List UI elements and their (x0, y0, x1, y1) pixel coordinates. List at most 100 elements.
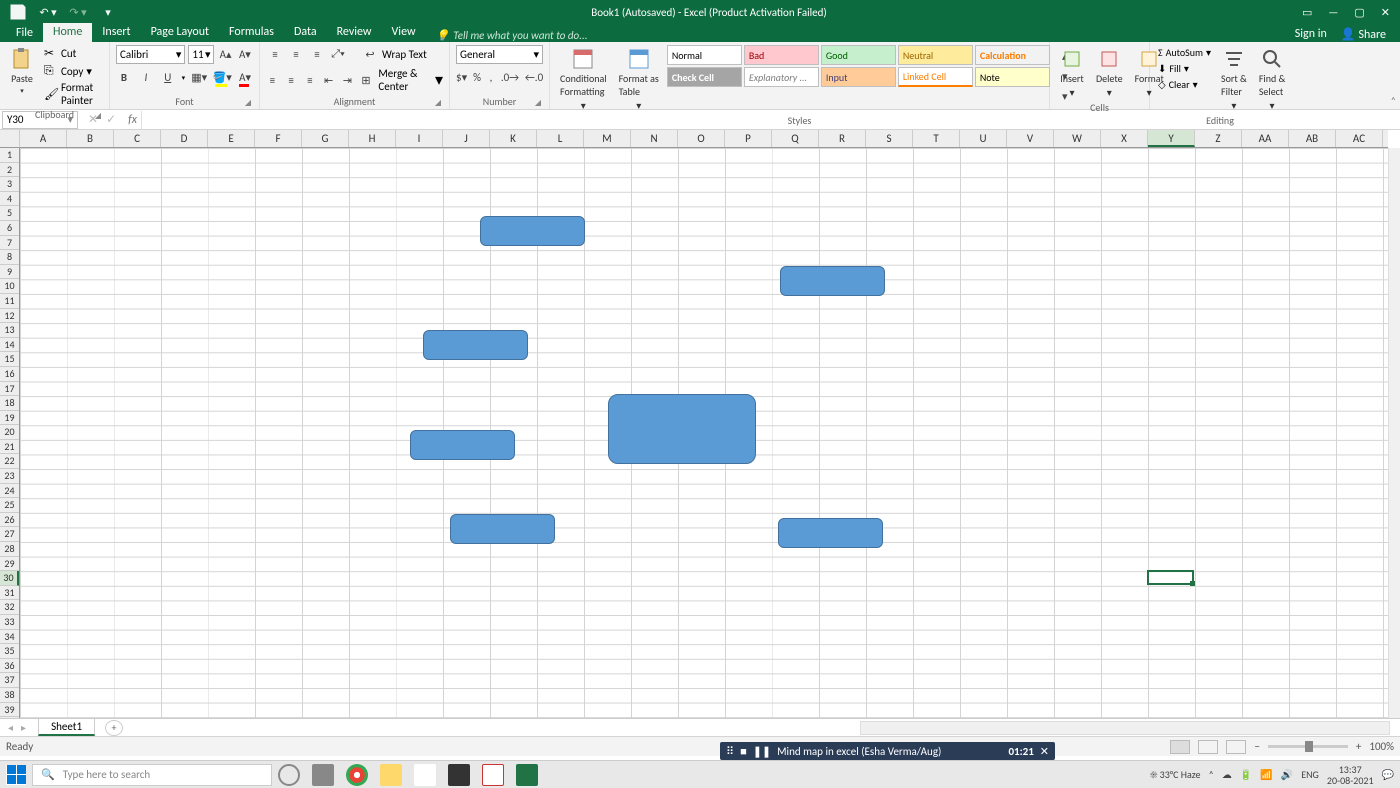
task-excel-icon[interactable] (516, 764, 538, 786)
row-header-9[interactable]: 9 (0, 265, 19, 280)
rounded-rect-shape-5[interactable] (608, 394, 756, 464)
tray-clock[interactable]: 13:3720-08-2021 (1327, 764, 1374, 786)
tray-chevron-icon[interactable]: ˄ (1208, 768, 1213, 781)
row-header-16[interactable]: 16 (0, 367, 19, 382)
display-options-icon[interactable]: ▭ (1302, 6, 1312, 19)
view-pagebreak-icon[interactable] (1226, 740, 1246, 754)
tab-review[interactable]: Review (327, 23, 382, 42)
rounded-rect-shape-6[interactable] (450, 514, 555, 544)
tray-wifi-icon[interactable]: 📶 (1260, 768, 1272, 781)
row-header-19[interactable]: 19 (0, 411, 19, 426)
col-header-U[interactable]: U (960, 130, 1007, 147)
tab-file[interactable]: File (6, 24, 43, 42)
spreadsheet-grid[interactable]: ABCDEFGHIJKLMNOPQRSTUVWXYZAAABAC 1234567… (0, 130, 1400, 718)
col-header-G[interactable]: G (302, 130, 349, 147)
row-header-20[interactable]: 20 (0, 425, 19, 440)
inc-decimal-icon[interactable]: .0→ (501, 68, 519, 86)
autosum-button[interactable]: Σ AutoSum ▾ (1156, 45, 1213, 60)
save-icon[interactable] (8, 2, 28, 22)
style-neutral[interactable]: Neutral (898, 45, 973, 65)
tray-battery-icon[interactable]: 🔋 (1240, 768, 1252, 781)
weather-tray[interactable]: ☀ 33°C Haze (1150, 768, 1200, 781)
col-header-T[interactable]: T (913, 130, 960, 147)
task-taskview-icon[interactable] (312, 764, 334, 786)
align-right-icon[interactable]: ≡ (303, 71, 316, 89)
col-header-E[interactable]: E (208, 130, 255, 147)
tray-notifications-icon[interactable]: 💬 (1382, 768, 1394, 781)
row-header-36[interactable]: 36 (0, 659, 19, 674)
row-header-32[interactable]: 32 (0, 600, 19, 615)
align-bottom-icon[interactable]: ≡ (308, 45, 326, 63)
font-name-combo[interactable]: Calibri▾ (116, 45, 185, 64)
row-header-14[interactable]: 14 (0, 338, 19, 353)
col-header-B[interactable]: B (67, 130, 114, 147)
task-chrome-icon[interactable] (346, 764, 368, 786)
style-bad[interactable]: Bad (744, 45, 819, 65)
row-header-17[interactable]: 17 (0, 382, 19, 397)
cell-styles-gallery[interactable]: Normal Bad Good Neutral Calculation Chec… (667, 45, 1050, 87)
italic-button[interactable]: I (138, 68, 154, 86)
row-header-10[interactable]: 10 (0, 279, 19, 294)
rounded-rect-shape-2[interactable] (780, 266, 885, 296)
row-header-24[interactable]: 24 (0, 484, 19, 499)
col-header-J[interactable]: J (443, 130, 490, 147)
row-header-21[interactable]: 21 (0, 440, 19, 455)
row-header-25[interactable]: 25 (0, 498, 19, 513)
horizontal-scrollbar[interactable] (860, 721, 1390, 735)
col-header-R[interactable]: R (819, 130, 866, 147)
col-header-K[interactable]: K (490, 130, 537, 147)
rounded-rect-shape-1[interactable] (480, 216, 585, 246)
indent-inc-icon[interactable]: ⇥ (341, 71, 354, 89)
style-checkcell[interactable]: Check Cell (667, 67, 742, 87)
col-header-A[interactable]: A (20, 130, 67, 147)
row-header-18[interactable]: 18 (0, 396, 19, 411)
zoom-in-icon[interactable]: + (1356, 740, 1361, 753)
task-app2-icon[interactable] (482, 764, 504, 786)
row-header-5[interactable]: 5 (0, 206, 19, 221)
redo-icon[interactable]: ↷ ▾ (68, 2, 88, 22)
view-normal-icon[interactable] (1170, 740, 1190, 754)
minimize-icon[interactable]: — (1328, 6, 1338, 19)
col-header-Z[interactable]: Z (1195, 130, 1242, 147)
style-note[interactable]: Note (975, 67, 1050, 87)
col-header-D[interactable]: D (161, 130, 208, 147)
merge-center-button[interactable]: ⊞ (360, 71, 373, 89)
row-header-38[interactable]: 38 (0, 688, 19, 703)
row-header-13[interactable]: 13 (0, 323, 19, 338)
screen-recorder-bar[interactable]: ⠿ ■ ❚❚ Mind map in excel (Esha Verma/Aug… (720, 742, 1055, 760)
taskbar-search[interactable]: 🔍 Type here to search (32, 764, 272, 786)
close-icon[interactable]: ✕ (1381, 6, 1390, 19)
tab-view[interactable]: View (382, 23, 426, 42)
row-header-33[interactable]: 33 (0, 615, 19, 630)
dec-decimal-icon[interactable]: ←.0 (525, 68, 543, 86)
copy-button[interactable]: ⎘Copy ▾ (42, 63, 103, 79)
row-header-35[interactable]: 35 (0, 644, 19, 659)
col-header-V[interactable]: V (1007, 130, 1054, 147)
align-left-icon[interactable]: ≡ (266, 71, 279, 89)
style-calculation[interactable]: Calculation (975, 45, 1050, 65)
add-sheet-button[interactable]: + (105, 720, 123, 736)
row-header-6[interactable]: 6 (0, 221, 19, 236)
col-header-F[interactable]: F (255, 130, 302, 147)
find-select-button[interactable]: Find & Select▾ (1255, 45, 1289, 114)
row-header-2[interactable]: 2 (0, 163, 19, 178)
undo-icon[interactable]: ↶ ▾ (38, 2, 58, 22)
col-header-M[interactable]: M (584, 130, 631, 147)
align-top-icon[interactable]: ≡ (266, 45, 284, 63)
format-painter-button[interactable]: 🖌Format Painter (42, 80, 103, 108)
col-header-AC[interactable]: AC (1336, 130, 1383, 147)
align-middle-icon[interactable]: ≡ (287, 45, 305, 63)
maximize-icon[interactable]: ▢ (1354, 6, 1364, 19)
fill-button[interactable]: ⬇ Fill ▾ (1156, 61, 1213, 76)
row-header-29[interactable]: 29 (0, 557, 19, 572)
recorder-pause-icon[interactable]: ❚❚ (753, 745, 771, 758)
column-headers[interactable]: ABCDEFGHIJKLMNOPQRSTUVWXYZAAABAC (20, 130, 1388, 148)
vertical-scrollbar[interactable] (1388, 148, 1400, 718)
row-header-4[interactable]: 4 (0, 192, 19, 207)
conditional-formatting-button[interactable]: Conditional Formatting▾ (556, 45, 611, 114)
fill-color-button[interactable]: 🪣▾ (213, 68, 231, 86)
start-button[interactable] (6, 765, 26, 785)
row-header-7[interactable]: 7 (0, 236, 19, 251)
task-explorer-icon[interactable] (380, 764, 402, 786)
col-header-C[interactable]: C (114, 130, 161, 147)
